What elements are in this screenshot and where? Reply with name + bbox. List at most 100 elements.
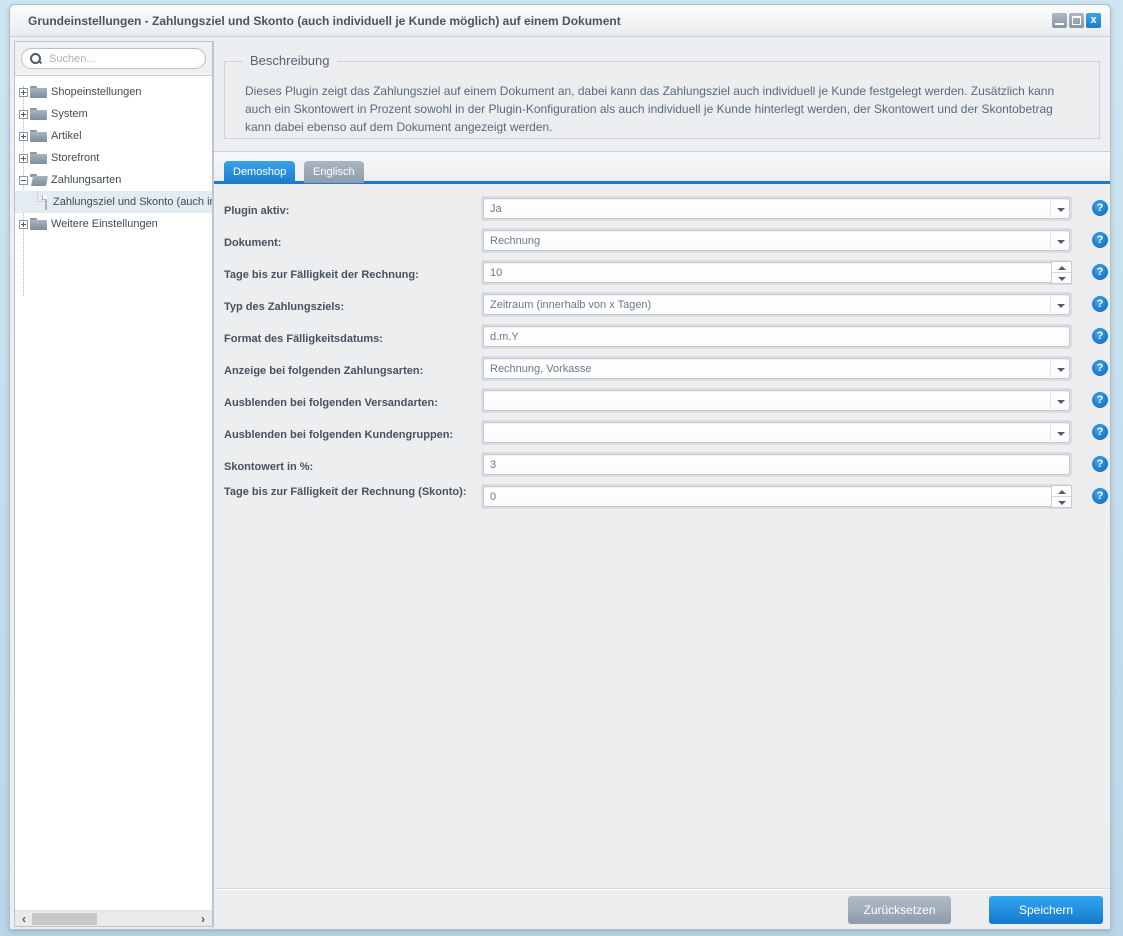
dokument-combo[interactable]: Rechnung (481, 228, 1072, 253)
dropdown-arrow-icon[interactable] (1050, 199, 1069, 218)
field-value: 0 (490, 491, 497, 503)
description-fieldset: Beschreibung Dieses Plugin zeigt das Zah… (224, 53, 1100, 139)
tree-item-zahlungsziel-skonto[interactable]: Zahlungsziel und Skonto (auch individuel… (15, 191, 212, 213)
expand-icon[interactable] (19, 109, 28, 119)
spin-up-icon[interactable] (1052, 262, 1071, 273)
folder-icon (30, 86, 47, 98)
field-value: 3 (490, 459, 497, 471)
tree-item-label: Artikel (51, 130, 82, 142)
field-label: Ausblenden bei folgenden Kundengruppen: (224, 429, 454, 441)
help-icon[interactable]: ? (1092, 424, 1108, 440)
config-panel: Beschreibung Dieses Plugin zeigt das Zah… (213, 41, 1110, 929)
field-label: Anzeige bei folgenden Zahlungsarten: (224, 365, 424, 377)
form-row-skontowert: Skontowert in %: 3 ? (224, 452, 1110, 484)
versandarten-combo[interactable] (481, 388, 1072, 413)
collapse-icon[interactable] (19, 175, 28, 185)
maximize-button[interactable] (1069, 13, 1084, 28)
settings-sidebar: Shopeinstellungen System Artikel Storefr… (14, 41, 213, 927)
tage-skonto-input[interactable]: 0 (481, 484, 1072, 509)
field-label: Dokument: (224, 237, 282, 249)
help-icon[interactable]: ? (1092, 264, 1108, 280)
tree-item-system[interactable]: System (15, 103, 212, 125)
folder-open-icon (30, 174, 47, 186)
plugin-config-window: Grundeinstellungen - Zahlungsziel und Sk… (9, 4, 1111, 930)
help-icon[interactable]: ? (1092, 296, 1108, 312)
search-field[interactable] (21, 48, 206, 69)
save-button[interactable]: Speichern (989, 896, 1103, 924)
typ-zahlungsziel-combo[interactable]: Zeitraum (innerhalb von x Tagen) (481, 292, 1072, 317)
search-bar (15, 42, 212, 76)
minimize-button[interactable] (1052, 13, 1067, 28)
folder-icon (30, 218, 47, 230)
form-row-tage-faelligkeit: Tage bis zur Fälligkeit der Rechnung: 10… (224, 260, 1110, 292)
tree-item-artikel[interactable]: Artikel (15, 125, 212, 147)
form-row-versandarten: Ausblenden bei folgenden Versandarten: ? (224, 388, 1110, 420)
folder-icon (30, 130, 47, 142)
field-value: d.m.Y (490, 331, 519, 343)
skontowert-input[interactable]: 3 (481, 452, 1072, 477)
help-icon[interactable]: ? (1092, 232, 1108, 248)
expand-icon[interactable] (19, 153, 28, 163)
help-icon[interactable]: ? (1092, 456, 1108, 472)
help-icon[interactable]: ? (1092, 360, 1108, 376)
field-label: Plugin aktiv: (224, 205, 290, 217)
tree-item-shopeinstellungen[interactable]: Shopeinstellungen (15, 81, 212, 103)
search-icon (30, 52, 42, 65)
tree-item-weitere-einstellungen[interactable]: Weitere Einstellungen (15, 213, 212, 235)
plugin-aktiv-combo[interactable]: Ja (481, 196, 1072, 221)
dropdown-arrow-icon[interactable] (1050, 391, 1069, 410)
tab-demoshop[interactable]: Demoshop (224, 161, 296, 183)
format-datum-input[interactable]: d.m.Y (481, 324, 1072, 349)
expand-icon[interactable] (19, 131, 28, 141)
shop-tabs: Demoshop Englisch (214, 151, 1110, 184)
tree-item-label: Zahlungsarten (51, 174, 122, 186)
scroll-right-arrow-icon[interactable]: › (196, 912, 210, 926)
help-icon[interactable]: ? (1092, 200, 1108, 216)
form-row-kundengruppen: Ausblenden bei folgenden Kundengruppen: … (224, 420, 1110, 452)
tree-item-storefront[interactable]: Storefront (15, 147, 212, 169)
help-icon[interactable]: ? (1092, 488, 1108, 504)
footer-toolbar: Zurücksetzen Speichern (214, 889, 1110, 929)
folder-icon (30, 108, 47, 120)
tree-item-label: Zahlungsziel und Skonto (auch individuel… (53, 196, 212, 208)
reset-button[interactable]: Zurücksetzen (848, 896, 951, 924)
form-row-zahlungsarten: Anzeige bei folgenden Zahlungsarten: Rec… (224, 356, 1110, 388)
number-spinner (1051, 485, 1072, 508)
spin-down-icon[interactable] (1052, 273, 1071, 284)
tree-item-zahlungsarten[interactable]: Zahlungsarten (15, 169, 212, 191)
form-row-format-datum: Format des Fälligkeitsdatums: d.m.Y ? (224, 324, 1110, 356)
scroll-left-arrow-icon[interactable]: ‹ (17, 912, 31, 926)
spin-up-icon[interactable] (1052, 486, 1071, 497)
search-input[interactable] (49, 52, 199, 65)
dropdown-arrow-icon[interactable] (1050, 295, 1069, 314)
folder-icon (30, 152, 47, 164)
tage-faelligkeit-input[interactable]: 10 (481, 260, 1072, 285)
expand-icon[interactable] (19, 87, 28, 97)
expand-icon[interactable] (19, 219, 28, 229)
field-label: Ausblenden bei folgenden Versandarten: (224, 397, 438, 409)
horizontal-scrollbar[interactable]: ‹ › (15, 910, 212, 926)
tab-englisch[interactable]: Englisch (304, 161, 364, 183)
field-value: Rechnung (490, 235, 541, 247)
field-value: 10 (490, 267, 503, 279)
kundengruppen-combo[interactable] (481, 420, 1072, 445)
title-bar[interactable]: Grundeinstellungen - Zahlungsziel und Sk… (10, 5, 1110, 37)
document-icon (42, 194, 47, 210)
help-icon[interactable]: ? (1092, 328, 1108, 344)
field-label: Typ des Zahlungsziels: (224, 301, 345, 313)
zahlungsarten-combo[interactable]: Rechnung, Vorkasse (481, 356, 1072, 381)
scrollbar-thumb[interactable] (32, 913, 97, 925)
field-value: Ja (490, 203, 502, 215)
form-row-dokument: Dokument: Rechnung ? (224, 228, 1110, 260)
spin-down-icon[interactable] (1052, 497, 1071, 508)
dropdown-arrow-icon[interactable] (1050, 231, 1069, 250)
field-label: Skontowert in %: (224, 461, 314, 473)
field-label: Tage bis zur Fälligkeit der Rechnung (Sk… (224, 486, 467, 498)
window-controls: x (1052, 13, 1101, 28)
help-icon[interactable]: ? (1092, 392, 1108, 408)
close-button[interactable]: x (1086, 13, 1101, 28)
dropdown-arrow-icon[interactable] (1050, 423, 1069, 442)
tree-item-label: System (51, 108, 88, 120)
field-value: Zeitraum (innerhalb von x Tagen) (490, 299, 652, 311)
dropdown-arrow-icon[interactable] (1050, 359, 1069, 378)
